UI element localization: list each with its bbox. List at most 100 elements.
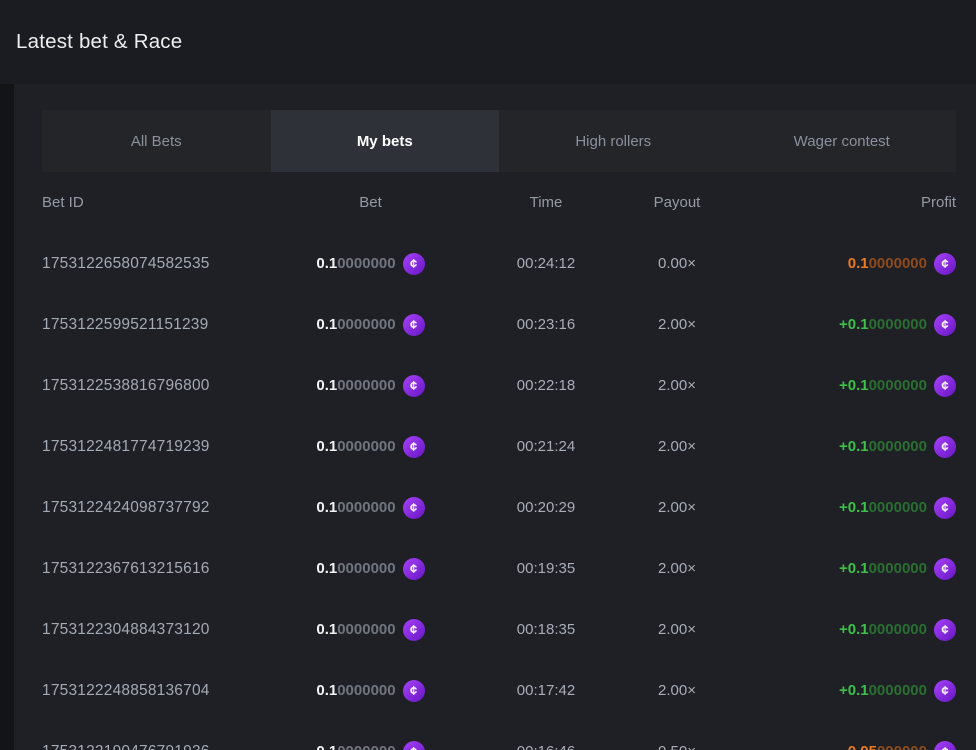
bets-tabbar: All Bets My bets High rollers Wager cont… [42,110,956,172]
bet-amount: 0.10000000 ¢ [316,741,424,750]
bet-amount-main: 0.1 [316,560,337,577]
crypto-coin-icon: ¢ [934,741,956,750]
bet-profit-zeros: 0000000 [869,560,927,577]
page-title: Latest bet & Race [0,30,182,54]
bet-id-value: 1753122190476791936 [42,743,268,750]
crypto-coin-icon: ¢ [403,558,425,580]
table-row[interactable]: 1753122248858136704 0.10000000 ¢ 00:17:4… [42,660,956,721]
bet-profit-main: +0.1 [839,682,869,699]
bet-payout: 2.00× [619,621,735,638]
crypto-coin-icon: ¢ [934,680,956,702]
bet-profit: +0.10000000 ¢ [839,558,956,580]
bet-profit: +0.10000000 ¢ [839,314,956,336]
tab-wager-contest[interactable]: Wager contest [728,110,957,172]
bet-amount-main: 0.1 [316,255,337,272]
crypto-coin-icon: ¢ [934,619,956,641]
bet-profit: 0.10000000 ¢ [848,253,956,275]
bet-amount-zeros: 0000000 [337,499,395,516]
crypto-coin-icon: ¢ [403,314,425,336]
bet-amount: 0.10000000 ¢ [316,497,424,519]
tab-my-bets[interactable]: My bets [271,110,500,172]
bets-panel: All Bets My bets High rollers Wager cont… [14,84,976,750]
table-row[interactable]: 1753122538816796800 0.10000000 ¢ 00:22:1… [42,355,956,416]
bet-profit: +0.10000000 ¢ [839,680,956,702]
page-header: Latest bet & Race [0,0,976,84]
table-row[interactable]: 1753122190476791936 0.10000000 ¢ 00:16:4… [42,721,956,750]
bet-payout: 2.00× [619,438,735,455]
table-row[interactable]: 1753122481774719239 0.10000000 ¢ 00:21:2… [42,416,956,477]
bet-time: 00:23:16 [473,316,619,333]
bet-profit-main: 0.05 [848,743,877,750]
bet-id-value: 1753122481774719239 [42,438,268,456]
bet-payout: 2.00× [619,377,735,394]
table-row[interactable]: 1753122304884373120 0.10000000 ¢ 00:18:3… [42,599,956,660]
bet-profit-zeros: 0000000 [869,255,927,272]
bet-time: 00:21:24 [473,438,619,455]
bet-profit: 0.05000000 ¢ [848,741,956,750]
bet-id-value: 1753122424098737792 [42,499,268,517]
table-row[interactable]: 1753122599521151239 0.10000000 ¢ 00:23:1… [42,294,956,355]
bet-amount: 0.10000000 ¢ [316,680,424,702]
crypto-coin-icon: ¢ [403,497,425,519]
table-row[interactable]: 1753122367613215616 0.10000000 ¢ 00:19:3… [42,538,956,599]
bet-id-value: 1753122599521151239 [42,316,268,334]
bet-profit-main: 0.1 [848,255,869,272]
bet-amount-zeros: 0000000 [337,743,395,750]
bet-amount-main: 0.1 [316,499,337,516]
bet-time: 00:19:35 [473,560,619,577]
bet-payout: 2.00× [619,499,735,516]
header-time: Time [473,194,619,211]
crypto-coin-icon: ¢ [403,619,425,641]
bet-time: 00:20:29 [473,499,619,516]
crypto-coin-icon: ¢ [934,375,956,397]
bet-amount-main: 0.1 [316,621,337,638]
bet-amount-zeros: 0000000 [337,438,395,455]
crypto-coin-icon: ¢ [403,741,425,750]
table-header-row: Bet ID Bet Time Payout Profit [42,172,956,233]
bet-id-value: 1753122304884373120 [42,621,268,639]
bet-id-value: 1753122658074582535 [42,255,268,273]
bet-profit-main: +0.1 [839,499,869,516]
bet-profit: +0.10000000 ¢ [839,619,956,641]
bet-profit-zeros: 0000000 [869,316,927,333]
crypto-coin-icon: ¢ [934,436,956,458]
bet-time: 00:24:12 [473,255,619,272]
bet-amount: 0.10000000 ¢ [316,375,424,397]
bet-amount-zeros: 0000000 [337,621,395,638]
bet-id-value: 1753122248858136704 [42,682,268,700]
bet-amount-main: 0.1 [316,682,337,699]
bet-amount-zeros: 0000000 [337,377,395,394]
bet-amount-zeros: 0000000 [337,255,395,272]
bet-profit: +0.10000000 ¢ [839,375,956,397]
tab-high-rollers[interactable]: High rollers [499,110,728,172]
header-bet: Bet [268,194,473,211]
bet-profit-main: +0.1 [839,377,869,394]
bet-profit-zeros: 0000000 [869,438,927,455]
bet-id-value: 1753122367613215616 [42,560,268,578]
bet-amount-main: 0.1 [316,438,337,455]
bet-time: 00:18:35 [473,621,619,638]
bet-amount-zeros: 0000000 [337,316,395,333]
bet-profit-zeros: 000000 [877,743,927,750]
bet-profit: +0.10000000 ¢ [839,497,956,519]
crypto-coin-icon: ¢ [934,253,956,275]
table-row[interactable]: 1753122658074582535 0.10000000 ¢ 00:24:1… [42,233,956,294]
header-profit: Profit [735,194,956,211]
header-bet-id: Bet ID [42,194,268,211]
header-payout: Payout [619,194,735,211]
crypto-coin-icon: ¢ [934,314,956,336]
bet-profit-main: +0.1 [839,560,869,577]
bet-amount: 0.10000000 ¢ [316,558,424,580]
bet-amount-zeros: 0000000 [337,682,395,699]
bet-profit-main: +0.1 [839,621,869,638]
bet-payout: 2.00× [619,682,735,699]
bet-amount: 0.10000000 ¢ [316,314,424,336]
bet-payout: 0.00× [619,255,735,272]
tab-all-bets[interactable]: All Bets [42,110,271,172]
bet-profit-main: +0.1 [839,316,869,333]
crypto-coin-icon: ¢ [403,436,425,458]
crypto-coin-icon: ¢ [403,375,425,397]
table-row[interactable]: 1753122424098737792 0.10000000 ¢ 00:20:2… [42,477,956,538]
bet-profit-zeros: 0000000 [869,621,927,638]
bet-profit-zeros: 0000000 [869,499,927,516]
